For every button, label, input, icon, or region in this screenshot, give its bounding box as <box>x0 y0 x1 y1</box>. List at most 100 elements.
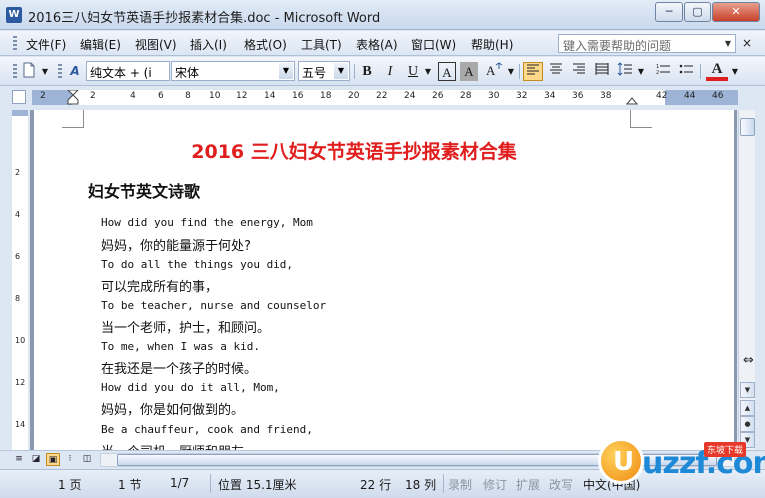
font-select[interactable]: 宋体 ▼ <box>171 61 295 81</box>
menu-tools[interactable]: 工具(T) <box>301 36 342 53</box>
font-value: 宋体 <box>175 66 200 80</box>
align-left-icon[interactable] <box>523 62 543 81</box>
print-view-icon[interactable]: ▣ <box>46 453 60 466</box>
poem-line[interactable]: To do all the things you did, <box>101 258 293 271</box>
minimize-button[interactable]: ─ <box>655 2 683 22</box>
right-indent-marker-icon[interactable] <box>626 94 638 105</box>
ruler-mark: 28 <box>460 91 472 101</box>
document-subtitle[interactable]: 妇女节英文诗歌 <box>88 178 200 202</box>
chevron-down-icon[interactable]: ▼ <box>279 63 293 79</box>
toolbar-grip-handle[interactable] <box>13 64 17 79</box>
indent-marker-icon[interactable] <box>67 90 79 105</box>
menu-table[interactable]: 表格(A) <box>356 36 398 53</box>
chevron-down-icon[interactable]: ▼ <box>334 63 348 79</box>
ruler-mark: 20 <box>348 91 360 101</box>
maximize-button[interactable]: ▢ <box>684 2 711 22</box>
browse-object-icon[interactable]: ● <box>740 416 755 432</box>
char-scale-icon[interactable]: A <box>483 62 505 81</box>
poem-line[interactable]: 当一个司机，厨师和朋友 <box>101 441 244 450</box>
justify-icon[interactable] <box>592 62 612 81</box>
outline-view-icon[interactable]: ⁝ <box>63 453 77 466</box>
status-overtype[interactable]: 改写 <box>549 476 573 493</box>
ruler-mark: 24 <box>404 91 416 101</box>
bullets-icon[interactable] <box>676 62 696 81</box>
poem-line[interactable]: 可以完成所有的事， <box>101 276 218 295</box>
vertical-ruler-mark: 2 <box>15 168 21 177</box>
poem-line[interactable]: 妈妈，你是如何做到的。 <box>101 399 244 418</box>
ruler-mark: 32 <box>516 91 528 101</box>
horizontal-ruler[interactable]: 2 2 4 6 8 10 12 14 16 18 20 22 24 26 28 … <box>32 90 738 105</box>
vertical-ruler-mark: 8 <box>15 294 21 303</box>
web-view-icon[interactable]: ◪ <box>29 453 43 466</box>
status-extend[interactable]: 扩展 <box>516 476 540 493</box>
poem-line[interactable]: 当一个老师，护士，和顾问。 <box>101 317 270 336</box>
normal-view-icon[interactable]: ≡ <box>12 453 26 466</box>
vertical-ruler[interactable]: 2 4 6 8 10 12 14 <box>12 110 28 450</box>
menu-edit[interactable]: 编辑(E) <box>80 36 121 53</box>
window-title: 2016三八妇女节英语手抄报素材合集.doc - Microsoft Word <box>28 11 381 26</box>
document-page[interactable]: 2016 三八妇女节英语手抄报素材合集 妇女节英文诗歌 How did you … <box>34 110 734 450</box>
poem-line[interactable]: 妈妈，你的能量源于何处? <box>101 235 251 254</box>
numbering-icon[interactable]: 12 <box>653 62 673 81</box>
chevron-down-icon[interactable]: ▼ <box>725 39 731 48</box>
character-shading-button[interactable]: A <box>460 62 478 81</box>
help-search-input[interactable]: 键入需要帮助的问题 ▼ <box>558 34 736 53</box>
close-button[interactable]: ✕ <box>712 2 760 22</box>
scroll-down-arrow-icon[interactable]: ▼ <box>740 382 755 398</box>
menu-view[interactable]: 视图(V) <box>135 36 177 53</box>
poem-line[interactable]: To me, when I was a kid. <box>101 340 260 353</box>
italic-button[interactable]: I <box>381 62 399 81</box>
line-spacing-icon[interactable] <box>615 62 635 81</box>
status-separator <box>443 474 444 493</box>
toolbar-grip-handle-2[interactable] <box>58 64 62 79</box>
scrollbar-thumb[interactable] <box>740 118 755 136</box>
menu-format[interactable]: 格式(O) <box>244 36 287 53</box>
align-center-icon[interactable] <box>546 62 566 81</box>
font-color-options-icon[interactable]: ▼ <box>730 62 740 81</box>
status-separator <box>210 474 211 493</box>
new-page-icon[interactable] <box>20 62 38 81</box>
style-select[interactable]: 纯文本 + (i <box>86 61 170 81</box>
line-spacing-options-icon[interactable]: ▼ <box>636 62 646 81</box>
ruler-mark: 2 <box>40 91 46 101</box>
poem-line[interactable]: How did you find the energy, Mom <box>101 216 313 229</box>
previous-page-icon[interactable]: ▲ <box>740 400 755 416</box>
underline-button[interactable]: U <box>404 62 422 81</box>
poem-line[interactable]: Be a chauffeur, cook and friend, <box>101 423 313 436</box>
char-scale-options-icon[interactable]: ▼ <box>506 62 516 81</box>
menu-insert[interactable]: 插入(I) <box>190 36 227 53</box>
menu-file[interactable]: 文件(F) <box>26 36 66 53</box>
underline-options-icon[interactable]: ▼ <box>423 62 433 81</box>
document-close-button[interactable]: × <box>742 36 752 50</box>
styles-pane-icon[interactable]: A <box>64 62 86 81</box>
document-title[interactable]: 2016 三八妇女节英语手抄报素材合集 <box>34 137 674 164</box>
font-size-select[interactable]: 五号 ▼ <box>298 61 350 81</box>
poem-line[interactable]: To be teacher, nurse and counselor <box>101 299 326 312</box>
poem-line[interactable]: How did you do it all, Mom, <box>101 381 280 394</box>
status-position: 位置 15.1厘米 <box>218 478 297 492</box>
bold-button[interactable]: B <box>358 62 376 81</box>
tab-selector[interactable] <box>12 90 26 104</box>
word-app-icon[interactable]: W <box>6 7 22 23</box>
toolbar-options-icon[interactable]: ▼ <box>40 62 50 81</box>
character-border-button[interactable]: A <box>438 62 456 81</box>
style-value: 纯文本 + (i <box>90 66 152 80</box>
font-color-icon[interactable]: A <box>706 62 728 81</box>
status-track-changes[interactable]: 修订 <box>483 476 507 493</box>
toolbar-separator <box>519 64 520 79</box>
resize-cursor-icon[interactable]: ⇔ <box>743 353 754 368</box>
status-record[interactable]: 录制 <box>448 476 472 493</box>
poem-line[interactable]: 在我还是一个孩子的时候。 <box>101 358 257 377</box>
menu-bar: 文件(F) 编辑(E) 视图(V) 插入(I) 格式(O) 工具(T) 表格(A… <box>0 31 765 56</box>
align-right-icon[interactable] <box>569 62 589 81</box>
menu-grip-handle[interactable] <box>13 36 17 51</box>
document-area[interactable]: 2016 三八妇女节英语手抄报素材合集 妇女节英文诗歌 How did you … <box>30 110 737 450</box>
reading-view-icon[interactable]: ◫ <box>80 453 94 466</box>
status-column: 18 列 <box>405 478 437 492</box>
formatting-toolbar: ▼ A 纯文本 + (i 宋体 ▼ 五号 ▼ B I U ▼ A A A ▼ ▼… <box>0 57 765 86</box>
vertical-scrollbar[interactable]: ▼ ▲ ● ▼ <box>738 110 755 450</box>
ruler-area: 2 2 4 6 8 10 12 14 16 18 20 22 24 26 28 … <box>0 87 765 108</box>
menu-help[interactable]: 帮助(H) <box>471 36 513 53</box>
vertical-ruler-mark: 6 <box>15 252 21 261</box>
menu-window[interactable]: 窗口(W) <box>411 36 456 53</box>
